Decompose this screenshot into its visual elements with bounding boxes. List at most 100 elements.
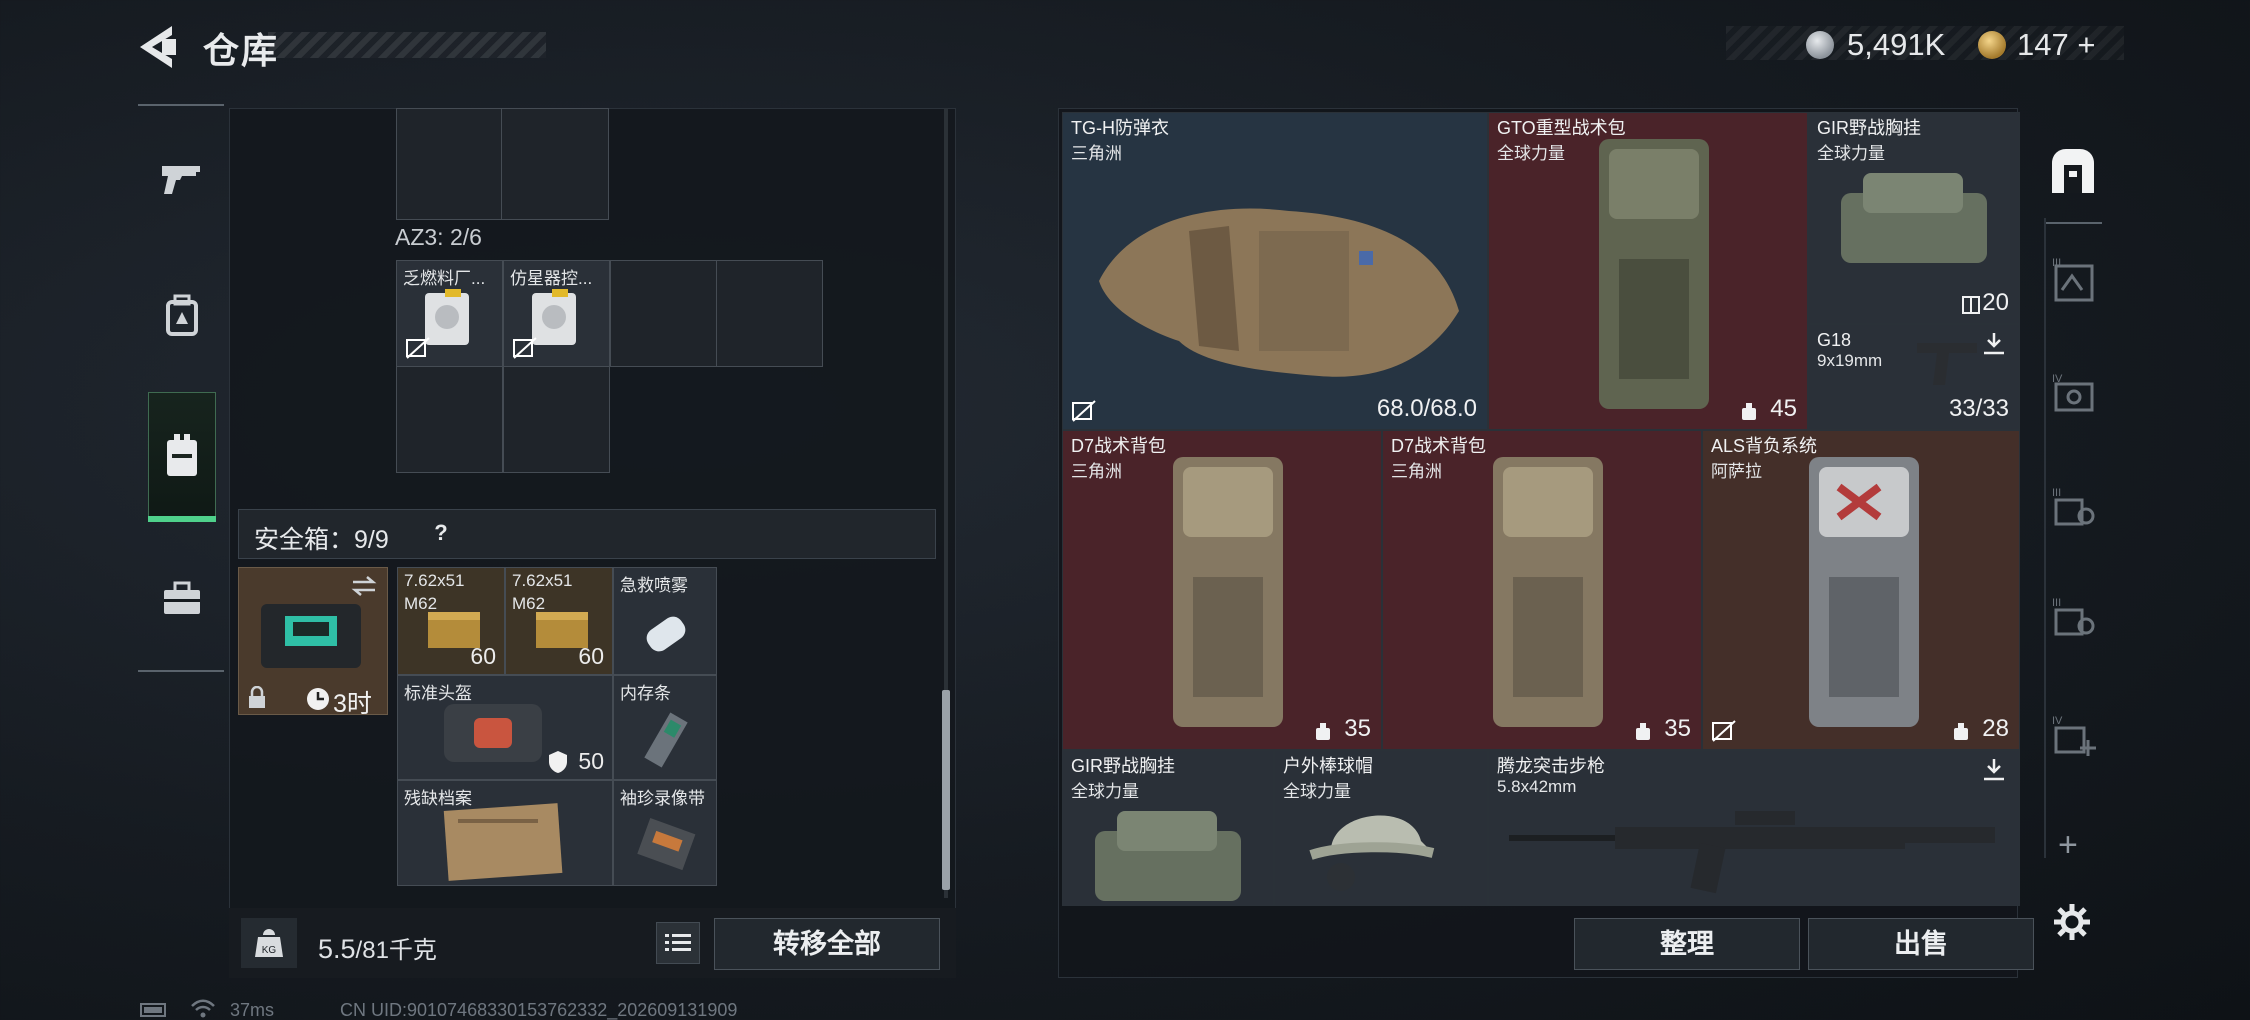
backpack-item-icon [1599, 139, 1709, 409]
case-icon[interactable] [150, 566, 214, 630]
pistol-icon[interactable] [150, 146, 214, 210]
lock-icon [249, 686, 265, 708]
safe-box-case[interactable]: 3时 [238, 567, 388, 718]
empty-slot[interactable] [716, 260, 823, 367]
stash-item[interactable]: 户外棒球帽 全球力量 [1274, 750, 1488, 906]
stash-item[interactable]: ALS背负系统 阿萨拉 28 [1702, 430, 2020, 750]
swap-icon[interactable] [349, 574, 379, 598]
stash-page-4-add-icon[interactable]: IV [2040, 704, 2106, 770]
sell-button[interactable]: 出售 [1808, 918, 2034, 970]
item-sub: 全球力量 [1817, 144, 1885, 163]
wifi-icon [191, 999, 215, 1018]
item-name: GIR野战胸挂 [1817, 118, 1922, 138]
empty-slot[interactable] [503, 366, 610, 473]
backpack-icon[interactable] [150, 284, 214, 348]
chest-rig-icon [1095, 811, 1241, 901]
durability: 68.0/68.0 [1376, 395, 1477, 422]
battery-icon [140, 1003, 166, 1017]
item-sub: 阿萨拉 [1711, 462, 1762, 481]
inventory-item[interactable]: 残缺档案 [397, 780, 613, 886]
weight-current: 5.5 [318, 934, 356, 964]
kg-weight-icon: KG [241, 918, 297, 968]
capacity-icon [1636, 723, 1650, 740]
inventory-item[interactable]: 袖珍录像带 [613, 780, 717, 886]
assault-rifle-icon [1509, 811, 1995, 894]
rail-border [2044, 218, 2046, 858]
stash-item[interactable]: G18 9x19mm 33/33 [1808, 324, 2020, 430]
help-icon[interactable]: ? [428, 520, 454, 548]
stash-item[interactable]: GIR野战胸挂 全球力量 [1062, 750, 1274, 906]
body-armor-icon [1099, 208, 1459, 377]
gold-plus-icon[interactable]: + [2077, 27, 2095, 62]
stash-item[interactable]: GIR野战胸挂 全球力量 20 [1808, 112, 2020, 324]
inventory-item[interactable]: 乏燃料厂... [396, 260, 503, 367]
back-arrow-icon[interactable] [138, 24, 178, 70]
stash-item[interactable]: GTO重型战术包 全球力量 45 [1488, 112, 1808, 430]
add-stash-button[interactable]: + [2058, 826, 2078, 865]
no-insure-icon [513, 337, 537, 359]
sort-button[interactable]: 整理 [1574, 918, 1800, 970]
item-name: 7.62x51 [404, 571, 465, 590]
page-numeral: IV [2052, 373, 2063, 385]
item-sub: 全球力量 [1497, 144, 1565, 163]
stash-item[interactable]: D7战术背包 三角洲 35 [1382, 430, 1702, 750]
item-name: GIR野战胸挂 [1071, 756, 1176, 776]
inventory-item[interactable]: 内存条 [613, 675, 717, 780]
stash-page-3-icon[interactable]: III [2040, 248, 2106, 314]
item-name: 腾龙突击步枪 [1497, 756, 1605, 776]
weight-readout: 5.5/81千克 [318, 930, 437, 965]
empty-slot[interactable] [396, 366, 503, 473]
item-name: G18 [1817, 330, 1852, 350]
gold-amount: 147 [2017, 27, 2069, 62]
list-icon [665, 934, 691, 951]
gold-currency-amount[interactable]: 147 + [2017, 27, 2095, 63]
download-icon[interactable] [1981, 331, 2007, 357]
scrollbar-thumb[interactable] [942, 690, 950, 890]
capacity: 20 [1982, 289, 2009, 316]
slots-icon [1962, 296, 1980, 314]
safe-box-title: 安全箱：9/9 [254, 526, 389, 554]
inventory-item[interactable]: 7.62x51 M62 60 [505, 567, 613, 675]
memory-stick-icon [644, 712, 688, 768]
stash-item[interactable]: 腾龙突击步枪 5.8x42mm [1488, 750, 2020, 906]
item-sub: 三角洲 [1391, 462, 1442, 481]
stash-item[interactable]: D7战术背包 三角洲 35 [1062, 430, 1382, 750]
nav-divider [138, 670, 224, 672]
inventory-item[interactable]: 标准头盔 50 [397, 675, 613, 780]
capacity: 35 [1664, 715, 1691, 742]
item-name: 户外棒球帽 [1283, 756, 1373, 776]
backpack-item-icon [1173, 457, 1283, 727]
empty-slot[interactable] [396, 108, 502, 220]
gold-coin-icon [1978, 31, 2006, 59]
vest-icon[interactable] [150, 424, 214, 488]
stash-page-3b-icon[interactable]: III [2040, 476, 2106, 542]
transfer-all-button[interactable]: 转移全部 [714, 918, 940, 970]
item-name: 急救喷雾 [620, 576, 688, 595]
item-name: 7.62x51 [512, 571, 573, 590]
document-icon [443, 803, 563, 881]
no-insure-icon [1712, 720, 1736, 742]
backpack-item-icon [1809, 457, 1919, 727]
inventory-item[interactable]: 仿星器控... [503, 260, 610, 367]
safe-box-icon [261, 604, 361, 668]
inventory-item[interactable]: 7.62x51 M62 60 [397, 567, 505, 675]
stash-item[interactable]: TG-H防弹衣 三角洲 68.0/68.0 [1062, 112, 1488, 430]
capacity-icon [1954, 723, 1968, 740]
empty-slot[interactable] [610, 260, 717, 367]
page-numeral: III [2052, 257, 2061, 269]
empty-slot[interactable] [501, 108, 609, 220]
pistol-item-icon [1917, 343, 1977, 385]
backpack-item-icon [1493, 457, 1603, 727]
list-view-button[interactable] [656, 922, 700, 964]
capacity: 35 [1344, 715, 1371, 742]
item-quantity: 50 [578, 748, 604, 774]
helmet-bag-icon [444, 704, 542, 762]
stash-page-4-icon[interactable]: IV [2040, 362, 2106, 428]
stash-home-icon[interactable] [2040, 138, 2106, 204]
download-icon[interactable] [1981, 757, 2007, 783]
settings-gear-icon[interactable] [2052, 902, 2092, 942]
inventory-item[interactable]: 急救喷雾 [613, 567, 717, 675]
stash-page-3c-icon[interactable]: III [2040, 586, 2106, 652]
capacity: 28 [1982, 715, 2009, 742]
silver-coin-icon [1806, 31, 1834, 59]
